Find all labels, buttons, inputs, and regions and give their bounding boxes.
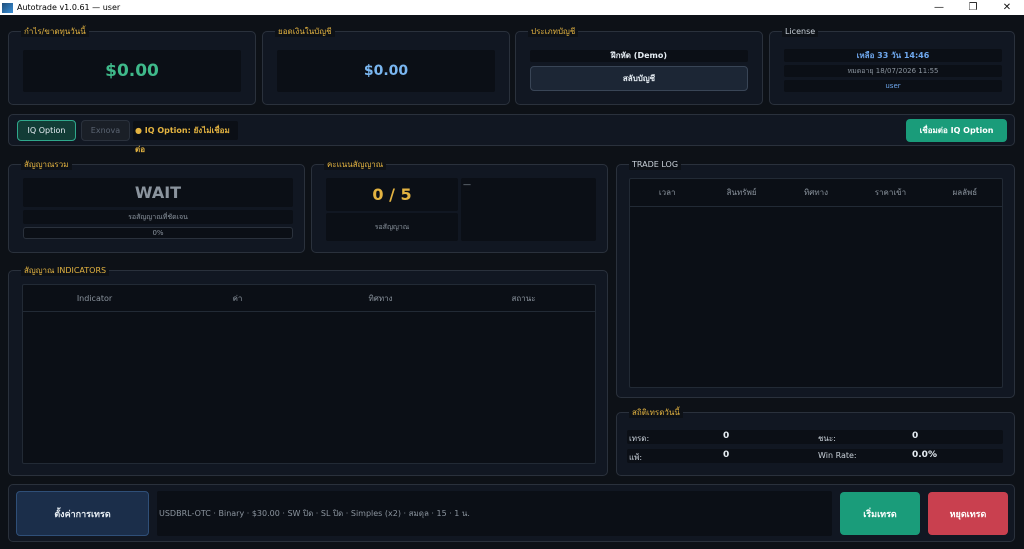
tab-exnova[interactable]: Exnova: [81, 120, 130, 141]
start-trade-button[interactable]: เริ่มเทรด: [840, 492, 920, 535]
signal-progress-bar: 0%: [23, 227, 293, 239]
signal-subtitle: รอสัญญาณที่ชัดเจน: [23, 210, 293, 224]
signal-summary-panel: สัญญาณรวม WAIT รอสัญญาณที่ชัดเจน 0%: [8, 160, 305, 253]
signal-progress-text: 0%: [152, 229, 164, 237]
license-user: user: [784, 80, 1002, 92]
trade-log-col-asset[interactable]: สินทรัพย์: [704, 186, 778, 199]
license-card-title: License: [782, 27, 819, 37]
trade-log-panel: TRADE LOG เวลา สินทรัพย์ ทิศทาง ราคาเข้า…: [616, 160, 1015, 398]
close-icon[interactable]: ✕: [990, 0, 1024, 15]
stats-trades-label: เทรด:: [629, 434, 650, 443]
signal-value: WAIT: [23, 178, 293, 207]
window-titlebar: Autotrade v1.0.61 — user — ❐ ✕: [0, 0, 1024, 15]
signal-score-value: 0 / 5: [326, 178, 458, 211]
connect-iq-option-button[interactable]: เชื่อมต่อ IQ Option: [906, 119, 1007, 142]
connection-status: ● IQ Option: ยังไม่เชื่อมต่อ: [133, 121, 238, 154]
license-remaining: เหลือ 33 วัน 14:46: [784, 49, 1002, 62]
balance-card-title: ยอดเงินในบัญชี: [275, 27, 335, 37]
license-expiry: หมดอายุ 18/07/2026 11:55: [784, 65, 1002, 77]
stats-title: สถิติเทรดวันนี้: [629, 408, 683, 418]
stats-wins-label: ชนะ:: [818, 434, 836, 443]
indicators-col-status[interactable]: สถานะ: [452, 292, 595, 305]
window-title: Autotrade v1.0.61 — user: [17, 3, 121, 12]
indicators-title: สัญญาณ INDICATORS: [21, 266, 110, 276]
indicators-col-value[interactable]: ค่า: [166, 292, 309, 305]
indicators-col-indicator[interactable]: Indicator: [23, 294, 166, 303]
signal-score-panel: คะแนนสัญญาณ 0 / 5 รอสัญญาณ —: [311, 160, 608, 253]
balance-value: $0.00: [277, 50, 495, 92]
trade-log-table-header: เวลา สินทรัพย์ ทิศทาง ราคาเข้า ผลลัพธ์: [630, 179, 1002, 207]
account-type: ฝึกหัด (Demo): [530, 50, 748, 62]
trade-log-col-entry-price[interactable]: ราคาเข้า: [853, 186, 927, 199]
signal-summary-title: สัญญาณรวม: [21, 160, 72, 170]
account-card: ประเภทบัญชี ฝึกหัด (Demo) สลับบัญชี: [515, 27, 763, 105]
profit-card-title: กำไร/ขาดทุนวันนี้: [21, 27, 89, 37]
trade-log-col-time[interactable]: เวลา: [630, 186, 704, 199]
profit-value: $0.00: [23, 50, 241, 92]
signal-score-detail: —: [461, 178, 596, 241]
switch-account-button[interactable]: สลับบัญชี: [530, 66, 748, 91]
profit-card: กำไร/ขาดทุนวันนี้ $0.00: [8, 27, 256, 105]
trade-settings-button[interactable]: ตั้งค่าการเทรด: [16, 491, 149, 536]
stats-winrate-value: 0.0%: [912, 450, 937, 460]
trade-log-title: TRADE LOG: [629, 160, 682, 170]
indicators-table-header: Indicator ค่า ทิศทาง สถานะ: [23, 285, 595, 312]
account-card-title: ประเภทบัญชี: [528, 27, 579, 37]
stats-losses-label: แพ้:: [629, 453, 643, 462]
broker-bar: IQ Option Exnova ● IQ Option: ยังไม่เชื่…: [8, 114, 1015, 154]
signal-score-subtitle: รอสัญญาณ: [326, 213, 458, 241]
stats-winrate-label: Win Rate:: [818, 451, 857, 460]
restore-icon[interactable]: ❐: [956, 0, 990, 15]
trade-log-col-direction[interactable]: ทิศทาง: [779, 186, 853, 199]
minimize-icon[interactable]: —: [922, 0, 956, 15]
stop-trade-button[interactable]: หยุดเทรด: [928, 492, 1008, 535]
stats-trades-value: 0: [723, 431, 730, 441]
app-logo-icon: [2, 2, 13, 13]
indicators-col-direction[interactable]: ทิศทาง: [309, 292, 452, 305]
stats-panel: สถิติเทรดวันนี้ เทรด: 0 ชนะ: 0 แพ้: 0 Wi…: [616, 408, 1015, 476]
balance-card: ยอดเงินในบัญชี $0.00: [262, 27, 510, 105]
indicators-table: Indicator ค่า ทิศทาง สถานะ: [22, 284, 596, 464]
bottom-bar: ตั้งค่าการเทรด USDBRL-OTC · Binary · $30…: [8, 484, 1015, 542]
license-card: License เหลือ 33 วัน 14:46 หมดอายุ 18/07…: [769, 27, 1015, 105]
trade-log-table: เวลา สินทรัพย์ ทิศทาง ราคาเข้า ผลลัพธ์: [629, 178, 1003, 388]
stats-losses-value: 0: [723, 450, 730, 460]
stats-wins-value: 0: [912, 431, 919, 441]
trade-settings-summary: USDBRL-OTC · Binary · $30.00 · SW ปิด · …: [157, 491, 832, 536]
tab-iq-option[interactable]: IQ Option: [17, 120, 76, 141]
trade-log-col-result[interactable]: ผลลัพธ์: [928, 186, 1002, 199]
stats-row-2: แพ้: 0 Win Rate: 0.0%: [627, 449, 1003, 463]
signal-score-title: คะแนนสัญญาณ: [324, 160, 387, 170]
indicators-panel: สัญญาณ INDICATORS Indicator ค่า ทิศทาง ส…: [8, 266, 608, 476]
stats-row-1: เทรด: 0 ชนะ: 0: [627, 430, 1003, 444]
